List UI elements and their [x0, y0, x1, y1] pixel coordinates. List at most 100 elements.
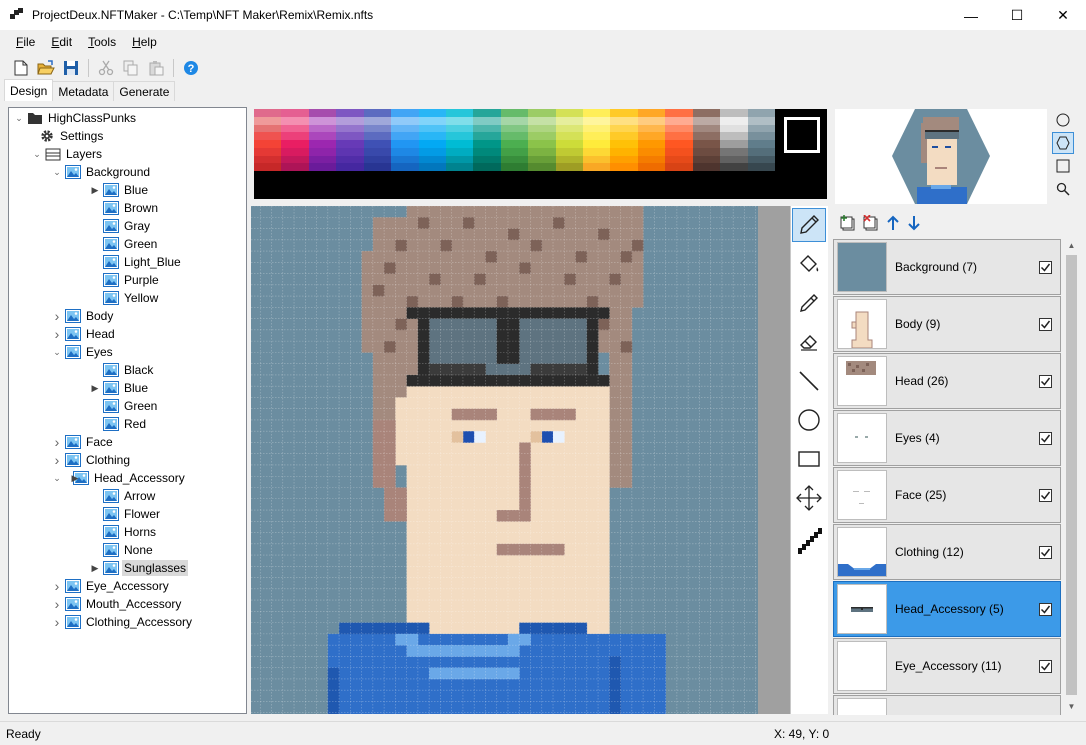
color-swatch[interactable]	[747, 124, 775, 133]
color-swatch[interactable]	[583, 147, 611, 156]
color-swatch[interactable]	[391, 147, 419, 156]
color-swatch[interactable]	[583, 132, 611, 140]
color-swatch[interactable]	[254, 109, 282, 117]
color-swatch[interactable]	[583, 124, 611, 133]
layer-row[interactable]: Head_Accessory (5)	[833, 581, 1061, 637]
color-swatch[interactable]	[665, 155, 693, 164]
layer-visibility-checkbox[interactable]	[1039, 317, 1052, 331]
tree-image-node[interactable]: Horns	[89, 523, 158, 541]
color-swatch[interactable]	[610, 155, 638, 164]
color-swatch[interactable]	[363, 155, 392, 164]
color-swatch[interactable]	[747, 116, 775, 125]
eraser-tool-button[interactable]	[792, 325, 826, 359]
hexagon-shape-button[interactable]	[1052, 132, 1074, 154]
help-button[interactable]: ?	[180, 57, 202, 79]
tree-layer-node[interactable]: › Clothing	[51, 451, 132, 469]
layer-row[interactable]: Eyes (4)	[833, 410, 1061, 466]
color-swatch[interactable]	[747, 147, 775, 156]
color-swatch[interactable]	[500, 116, 529, 125]
tree-image-node[interactable]: Light_Blue	[89, 253, 183, 271]
color-swatch[interactable]	[665, 109, 693, 117]
color-swatch[interactable]	[391, 155, 419, 164]
color-swatch[interactable]	[363, 140, 392, 148]
color-swatch[interactable]	[473, 116, 501, 125]
menu-edit[interactable]: Edit	[43, 35, 80, 49]
tree-image-node[interactable]: ▶ Blue	[89, 379, 150, 397]
tree-image-node[interactable]: Green	[89, 235, 159, 253]
tree-image-node[interactable]: Black	[89, 361, 155, 379]
layer-row[interactable]: Head (26)	[833, 353, 1061, 409]
color-swatch[interactable]	[445, 109, 474, 117]
color-swatch[interactable]	[336, 140, 364, 148]
color-swatch[interactable]	[445, 155, 474, 164]
open-button[interactable]	[35, 57, 57, 79]
tree-layer-node[interactable]: › Head	[51, 325, 117, 343]
color-swatch[interactable]	[637, 124, 666, 133]
color-swatch[interactable]	[665, 132, 693, 140]
move-layer-down-button[interactable]	[907, 215, 921, 234]
color-swatch[interactable]	[281, 163, 309, 171]
zoom-button[interactable]	[1052, 178, 1074, 200]
layer-row[interactable]: Clothing (12)	[833, 524, 1061, 580]
tree-image-node[interactable]: None	[89, 541, 155, 559]
color-swatch[interactable]	[610, 124, 638, 133]
copy-button[interactable]	[120, 57, 142, 79]
add-layer-button[interactable]	[840, 214, 856, 234]
move-tool-button[interactable]	[792, 481, 826, 515]
ellipse-tool-button[interactable]	[792, 403, 826, 437]
color-swatch[interactable]	[254, 163, 282, 171]
color-swatch[interactable]	[254, 124, 282, 133]
color-swatch[interactable]	[336, 155, 364, 164]
fill-tool-button[interactable]	[792, 247, 826, 281]
color-swatch[interactable]	[528, 163, 556, 171]
color-swatch[interactable]	[610, 140, 638, 148]
color-swatch[interactable]	[555, 147, 584, 156]
layer-row[interactable]	[833, 695, 1061, 715]
color-swatch[interactable]	[583, 140, 611, 148]
tree-layer-node[interactable]: ⌄ Eyes	[51, 343, 115, 361]
collapse-icon[interactable]: ⌄	[13, 109, 25, 127]
tab-design[interactable]: Design	[4, 79, 54, 101]
color-swatch[interactable]	[254, 147, 282, 156]
color-swatch[interactable]	[583, 116, 611, 125]
color-swatch[interactable]	[336, 132, 364, 140]
color-swatch[interactable]	[336, 163, 364, 171]
color-swatch[interactable]	[747, 163, 775, 171]
pixel-art-editor[interactable]	[251, 206, 758, 714]
tree-layer-node[interactable]: › Mouth_Accessory	[51, 595, 183, 613]
color-swatch[interactable]	[665, 124, 693, 133]
tab-metadata[interactable]: Metadata	[52, 81, 115, 101]
color-swatch[interactable]	[473, 140, 501, 148]
color-swatch[interactable]	[363, 109, 392, 117]
color-swatch[interactable]	[391, 116, 419, 125]
color-swatch[interactable]	[528, 147, 556, 156]
new-file-button[interactable]	[10, 57, 32, 79]
expand-icon[interactable]: ›	[51, 307, 63, 325]
pixel-canvas[interactable]	[251, 206, 758, 714]
color-swatch[interactable]	[500, 147, 529, 156]
scrollbar-thumb[interactable]	[1066, 255, 1077, 695]
color-swatch[interactable]	[500, 132, 529, 140]
color-swatch[interactable]	[445, 124, 474, 133]
color-swatch[interactable]	[308, 109, 337, 117]
color-swatch[interactable]	[281, 124, 309, 133]
expand-icon[interactable]: ›	[51, 451, 63, 469]
color-swatch[interactable]	[308, 163, 337, 171]
tree-image-node[interactable]: Yellow	[89, 289, 160, 307]
color-swatch[interactable]	[308, 140, 337, 148]
color-swatch[interactable]	[473, 109, 501, 117]
color-swatch[interactable]	[528, 132, 556, 140]
color-swatch[interactable]	[720, 132, 748, 140]
color-swatch[interactable]	[720, 155, 748, 164]
layer-visibility-checkbox[interactable]	[1039, 260, 1052, 274]
color-swatch[interactable]	[281, 116, 309, 125]
color-swatch[interactable]	[555, 163, 584, 171]
color-swatch[interactable]	[418, 147, 446, 156]
color-swatch[interactable]	[336, 124, 364, 133]
color-swatch[interactable]	[692, 140, 721, 148]
color-swatch[interactable]	[747, 155, 775, 164]
color-swatch[interactable]	[637, 109, 666, 117]
minimize-button[interactable]: —	[948, 0, 994, 31]
tree-layer-node[interactable]: › Eye_Accessory	[51, 577, 171, 595]
tree-image-node[interactable]: Green	[89, 397, 159, 415]
